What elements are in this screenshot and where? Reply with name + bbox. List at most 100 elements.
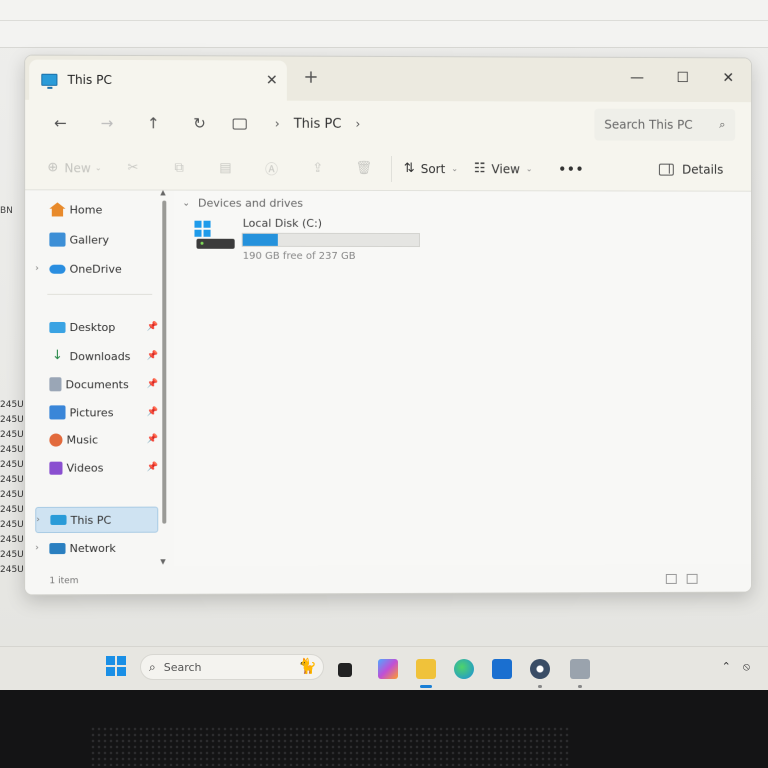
task-view-icon[interactable] (338, 663, 352, 677)
tiles-view-icon[interactable] (686, 573, 698, 584)
address-bar[interactable]: › This PC › (223, 106, 579, 141)
sidebar-item-network[interactable]: › Network (35, 535, 158, 562)
network-status-icon[interactable]: ⦸ (743, 660, 750, 674)
details-label: Details (682, 162, 724, 177)
windows-logo-icon (194, 220, 211, 237)
delete-icon[interactable]: 🗑 (341, 152, 387, 184)
scroll-up-icon[interactable]: ▲ (160, 189, 165, 197)
chevron-right-icon[interactable]: › (35, 264, 49, 274)
rename-icon[interactable]: Ⓐ (249, 152, 295, 184)
plus-circle-icon: ⊕ (47, 160, 59, 176)
pin-icon[interactable]: 📌 (147, 351, 158, 361)
background-list-item: 245U (0, 430, 24, 440)
sidebar-item-gallery[interactable]: Gallery (35, 226, 158, 252)
taskbar: ⌕ 🐈 ⌃ ⦸ (0, 646, 768, 690)
search-input[interactable] (604, 117, 704, 132)
document-icon (49, 377, 62, 392)
pin-icon[interactable]: 📌 (147, 379, 158, 389)
drive-usage-fill (242, 233, 279, 246)
breadcrumb-this-pc[interactable]: This PC (294, 116, 342, 131)
maximize-button[interactable]: ☐ (660, 58, 706, 98)
settings-icon[interactable] (530, 659, 550, 688)
forward-button[interactable]: → (84, 108, 130, 138)
sidebar-item-label: Music (66, 432, 99, 447)
drive-name: Local Disk (C:) (242, 216, 323, 230)
sort-label: Sort (420, 161, 446, 176)
chevron-right-icon[interactable]: › (35, 543, 49, 553)
sidebar-item-label: OneDrive (69, 262, 122, 276)
back-button[interactable]: ← (37, 108, 83, 138)
pin-icon[interactable]: 📌 (147, 462, 158, 472)
sidebar-item-home[interactable]: Home (35, 196, 158, 222)
details-view-icon[interactable] (665, 573, 677, 584)
sidebar-item-music[interactable]: Music 📌 (35, 426, 158, 452)
scroll-down-icon[interactable]: ▼ (160, 558, 165, 566)
video-icon (49, 461, 63, 475)
close-tab-icon[interactable]: ✕ (257, 73, 287, 89)
view-toggle (665, 573, 698, 584)
chevron-up-icon[interactable]: ⌃ (722, 660, 731, 674)
drive-local-disk-c[interactable]: Local Disk (C:) 190 GB free of 237 GB (194, 217, 454, 273)
start-button[interactable] (106, 656, 126, 676)
refresh-button[interactable]: ↻ (176, 108, 222, 138)
sidebar-item-pictures[interactable]: Pictures 📌 (35, 399, 158, 425)
tab-this-pc[interactable]: This PC ✕ (29, 59, 287, 101)
sidebar-item-onedrive[interactable]: › OneDrive (35, 256, 158, 282)
pin-icon[interactable]: 📌 (147, 407, 158, 417)
view-button[interactable]: ☷ View ⌄ (466, 153, 541, 185)
tab-label: This PC (67, 72, 112, 88)
sidebar-item-this-pc[interactable]: › This PC (35, 506, 159, 534)
desktop-icon (49, 321, 66, 333)
edge-icon[interactable] (454, 659, 474, 679)
background-list-item: 245U (0, 505, 24, 515)
cat-icon: 🐈 (298, 657, 317, 675)
chevron-right-icon[interactable]: › (355, 117, 360, 131)
group-header[interactable]: ⌄ Devices and drives (182, 197, 303, 210)
sidebar-divider (47, 293, 153, 295)
paste-icon[interactable]: ▤ (202, 152, 248, 184)
sidebar-item-label: Downloads (69, 349, 131, 363)
background-list-item: 245U (0, 445, 24, 455)
scrollbar-thumb[interactable] (162, 200, 167, 524)
sidebar-item-label: This PC (70, 513, 112, 527)
pin-icon[interactable]: 📌 (147, 322, 158, 332)
search-icon: ⌕ (719, 117, 726, 131)
monitor-icon (232, 118, 247, 130)
cut-icon[interactable]: ✂ (110, 152, 156, 184)
background-list: 245U 245U 245U 245U 245U 245U 245U 245U 245U 245U… (0, 398, 24, 578)
minimize-button[interactable]: — (614, 58, 660, 98)
details-button[interactable]: Details (659, 154, 723, 186)
taskbar-search-input[interactable] (163, 660, 274, 674)
new-button[interactable]: ⊕ New ⌄ (39, 152, 109, 184)
speaker-grille (90, 726, 570, 766)
close-window-button[interactable]: ✕ (705, 58, 751, 98)
sidebar-item-documents[interactable]: Documents 📌 (35, 371, 158, 397)
group-header-label: Devices and drives (198, 196, 304, 210)
laptop-bezel (0, 690, 768, 768)
sidebar-item-videos[interactable]: Videos 📌 (35, 454, 158, 480)
file-explorer-icon[interactable] (416, 659, 436, 688)
device-icon[interactable] (570, 659, 590, 688)
navigation-pane: Home Gallery › OneDrive Desktop 📌 ↓ Down… (25, 190, 173, 567)
search-box[interactable]: ⌕ (594, 108, 736, 141)
more-options-button[interactable]: ••• (550, 153, 592, 185)
sidebar-item-label: Home (69, 202, 103, 217)
copy-icon[interactable]: ⧉ (156, 152, 202, 184)
sidebar-item-desktop[interactable]: Desktop 📌 (35, 314, 158, 340)
up-button[interactable]: ↑ (130, 108, 176, 138)
pin-icon[interactable]: 📌 (147, 434, 158, 444)
taskbar-search[interactable]: ⌕ 🐈 (140, 654, 324, 680)
chevron-right-icon[interactable]: › (36, 515, 50, 525)
background-list-item: 245U (0, 490, 24, 500)
copilot-icon[interactable] (378, 659, 398, 679)
command-bar: ⊕ New ⌄ ✂ ⧉ ▤ Ⓐ ⇪ 🗑 ⇅ Sort ⌄ ☷ View ⌄ ••… (25, 146, 752, 192)
sort-button[interactable]: ⇅ Sort ⌄ (396, 153, 466, 185)
chevron-right-icon: › (274, 116, 280, 131)
sidebar-scrollbar[interactable]: ▲ ▼ (160, 189, 168, 566)
share-icon[interactable]: ⇪ (295, 152, 341, 184)
store-icon[interactable] (492, 659, 512, 679)
sidebar-item-downloads[interactable]: ↓ Downloads 📌 (35, 343, 158, 369)
drive-free-space: 190 GB free of 237 GB (242, 250, 356, 262)
new-tab-button[interactable]: + (299, 67, 323, 88)
background-list-item: 245U (0, 565, 24, 575)
